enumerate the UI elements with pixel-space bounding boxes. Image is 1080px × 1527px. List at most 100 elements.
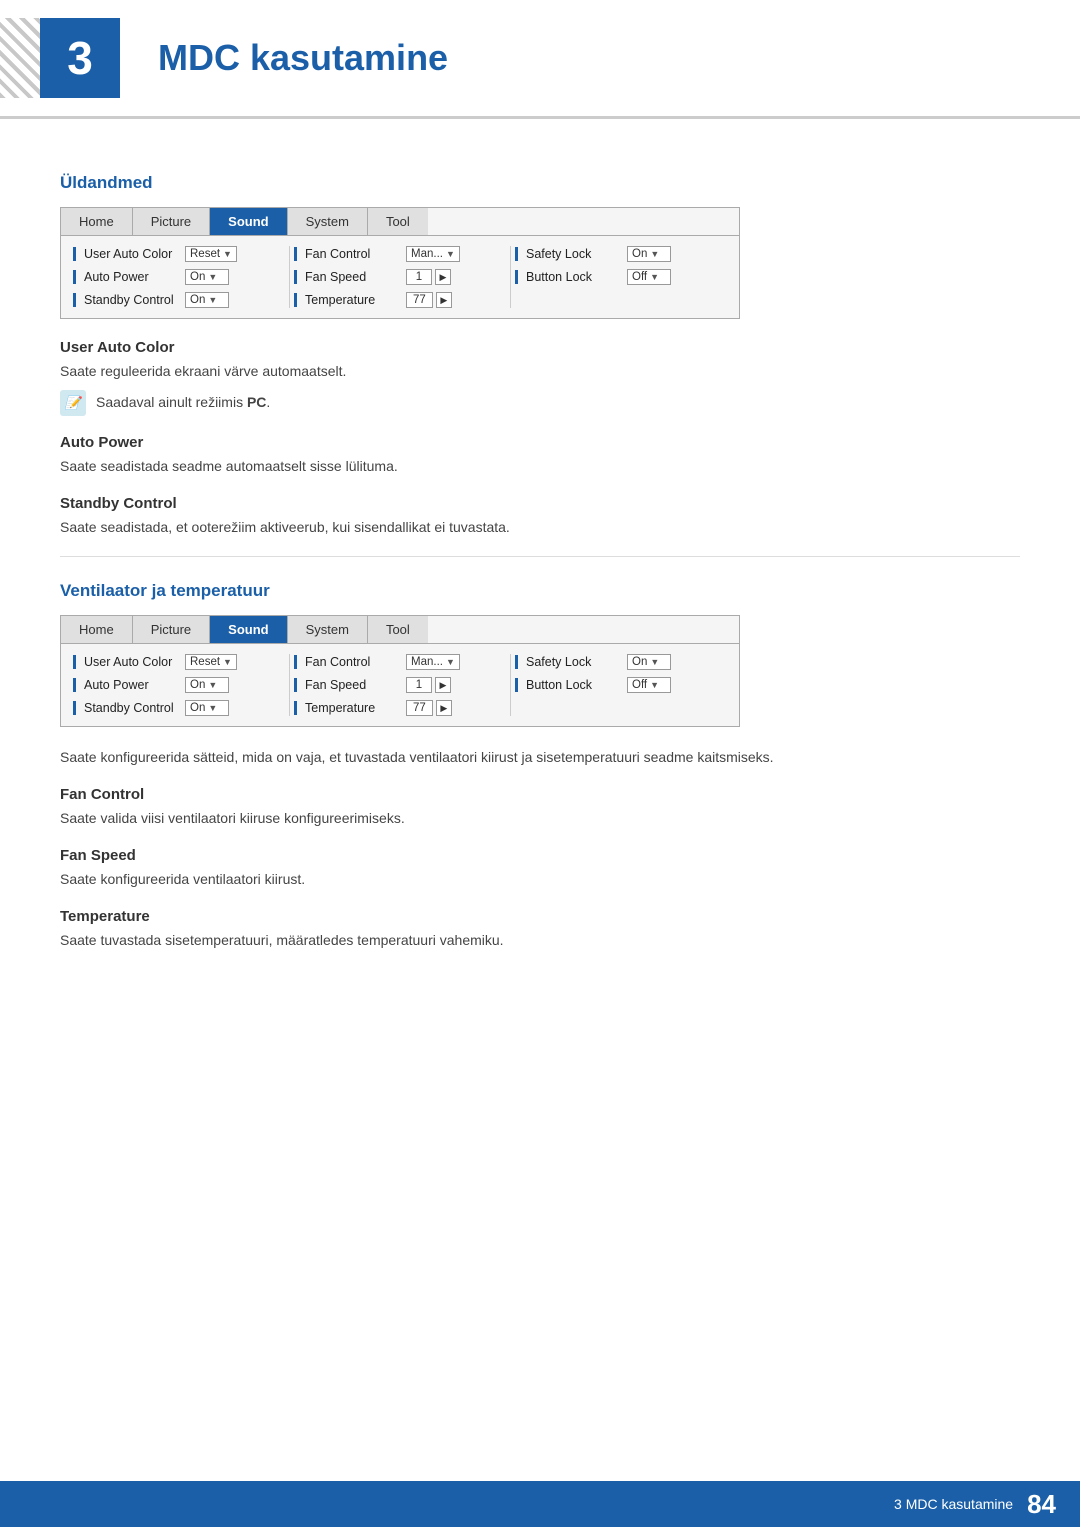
label2-standby-control: Standby Control xyxy=(84,701,179,715)
dropdown-safety-lock[interactable]: On ▼ xyxy=(627,246,671,262)
section-divider xyxy=(60,556,1020,557)
tab-picture-1[interactable]: Picture xyxy=(133,208,210,235)
dropdown2-safety-lock[interactable]: On ▼ xyxy=(627,654,671,670)
dropdown2-standby[interactable]: On ▼ xyxy=(185,700,229,716)
tab-tool-1[interactable]: Tool xyxy=(368,208,428,235)
dropdown2-value-safety-lock: On xyxy=(632,656,647,668)
label-temperature: Temperature xyxy=(305,293,400,307)
item-desc-user-auto-color: Saate reguleerida ekraani värve automaat… xyxy=(60,361,1020,382)
dropdown2-value-standby: On xyxy=(190,702,205,714)
bar-icon-5 xyxy=(294,270,297,284)
tab-sound-1[interactable]: Sound xyxy=(210,208,287,235)
item-desc-standby-control: Saate seadistada, et ooterežiim aktiveer… xyxy=(60,517,1020,538)
control-panel-1: Home Picture Sound System Tool User Auto… xyxy=(60,207,740,319)
dropdown-reset[interactable]: Reset ▼ xyxy=(185,246,237,262)
row2-user-auto-color: User Auto Color Reset ▼ xyxy=(73,654,285,670)
dropdown2-button-lock[interactable]: Off ▼ xyxy=(627,677,671,693)
label-button-lock: Button Lock xyxy=(526,270,621,284)
bar-icon2-8 xyxy=(515,678,518,692)
dropdown2-fan-control[interactable]: Man... ▼ xyxy=(406,654,460,670)
row-user-auto-color: User Auto Color Reset ▼ xyxy=(73,246,285,262)
tab-picture-2[interactable]: Picture xyxy=(133,616,210,643)
bar-icon2-4 xyxy=(294,655,297,669)
temperature-arrow-2[interactable]: ▶ xyxy=(436,700,452,716)
bar-icon-8 xyxy=(515,270,518,284)
fan-speed-control-2: 1 ▶ xyxy=(406,677,451,693)
tab-system-2[interactable]: System xyxy=(288,616,368,643)
control-panel-2: Home Picture Sound System Tool User Auto… xyxy=(60,615,740,727)
dropdown2-value-fan-control: Man... xyxy=(411,656,443,668)
row-safety-lock: Safety Lock On ▼ xyxy=(515,246,727,262)
item-heading-temperature: Temperature xyxy=(60,908,1020,925)
section1-heading: Üldandmed xyxy=(60,173,1020,193)
item-desc-fan-control: Saate valida viisi ventilaatori kiiruse … xyxy=(60,808,1020,829)
panel2-col3: Safety Lock On ▼ Button Lock Off ▼ xyxy=(510,654,731,716)
label-auto-power: Auto Power xyxy=(84,270,179,284)
tab-home-2[interactable]: Home xyxy=(61,616,133,643)
panel2-tabs: Home Picture Sound System Tool xyxy=(61,616,739,644)
bar-icon-4 xyxy=(294,247,297,261)
bar-icon2-2 xyxy=(73,678,76,692)
dropdown-arrow-button-lock: ▼ xyxy=(650,272,659,282)
dropdown2-auto-power[interactable]: On ▼ xyxy=(185,677,229,693)
tab-system-1[interactable]: System xyxy=(288,208,368,235)
item-heading-user-auto-color: User Auto Color xyxy=(60,339,1020,356)
fan-speed-control: 1 ▶ xyxy=(406,269,451,285)
row2-fan-speed: Fan Speed 1 ▶ xyxy=(294,677,506,693)
label2-user-auto-color: User Auto Color xyxy=(84,655,179,669)
row2-fan-control: Fan Control Man... ▼ xyxy=(294,654,506,670)
section2-heading: Ventilaator ja temperatuur xyxy=(60,581,1020,601)
row-auto-power: Auto Power On ▼ xyxy=(73,269,285,285)
dropdown-standby[interactable]: On ▼ xyxy=(185,292,229,308)
dropdown-button-lock[interactable]: Off ▼ xyxy=(627,269,671,285)
temperature-arrow[interactable]: ▶ xyxy=(436,292,452,308)
row2-standby-control: Standby Control On ▼ xyxy=(73,700,285,716)
fan-speed-arrow-2[interactable]: ▶ xyxy=(435,677,451,693)
dropdown-fan-control[interactable]: Man... ▼ xyxy=(406,246,460,262)
dropdown2-value-auto-power: On xyxy=(190,679,205,691)
label-standby-control: Standby Control xyxy=(84,293,179,307)
temperature-value: 77 xyxy=(406,292,433,308)
tab-home-1[interactable]: Home xyxy=(61,208,133,235)
chapter-box: 3 xyxy=(40,18,120,98)
row-standby-control: Standby Control On ▼ xyxy=(73,292,285,308)
bar-icon-3 xyxy=(73,293,76,307)
dropdown-value-safety-lock: On xyxy=(632,248,647,260)
row2-safety-lock: Safety Lock On ▼ xyxy=(515,654,727,670)
dropdown2-arrow-reset: ▼ xyxy=(223,657,232,667)
main-content: Üldandmed Home Picture Sound System Tool… xyxy=(0,129,1080,1019)
dropdown2-reset[interactable]: Reset ▼ xyxy=(185,654,237,670)
page-header: 3 MDC kasutamine xyxy=(0,0,1080,119)
dropdown-auto-power[interactable]: On ▼ xyxy=(185,269,229,285)
dropdown2-value-button-lock: Off xyxy=(632,679,647,691)
item-desc-auto-power: Saate seadistada seadme automaatselt sis… xyxy=(60,456,1020,477)
chapter-number: 3 xyxy=(67,35,93,81)
section2-intro: Saate konfigureerida sätteid, mida on va… xyxy=(60,747,1020,768)
item-heading-auto-power: Auto Power xyxy=(60,434,1020,451)
dropdown2-value-reset: Reset xyxy=(190,656,220,668)
note-icon: 📝 xyxy=(60,390,86,416)
page-title: MDC kasutamine xyxy=(138,37,448,79)
row-button-lock: Button Lock Off ▼ xyxy=(515,269,727,285)
panel1-body: User Auto Color Reset ▼ Auto Power On ▼ xyxy=(61,236,739,318)
item-heading-fan-control: Fan Control xyxy=(60,786,1020,803)
label2-temperature: Temperature xyxy=(305,701,400,715)
tab-sound-2[interactable]: Sound xyxy=(210,616,287,643)
row-fan-control: Fan Control Man... ▼ xyxy=(294,246,506,262)
bar-icon2-7 xyxy=(515,655,518,669)
dropdown-arrow-standby: ▼ xyxy=(208,295,217,305)
bar-icon2-1 xyxy=(73,655,76,669)
tab-tool-2[interactable]: Tool xyxy=(368,616,428,643)
panel1-col1: User Auto Color Reset ▼ Auto Power On ▼ xyxy=(69,246,289,308)
header-stripe-decoration xyxy=(0,18,40,98)
panel1-tabs: Home Picture Sound System Tool xyxy=(61,208,739,236)
fan-speed-value-2: 1 xyxy=(406,677,432,693)
fan-speed-arrow[interactable]: ▶ xyxy=(435,269,451,285)
panel2-body: User Auto Color Reset ▼ Auto Power On ▼ xyxy=(61,644,739,726)
panel1-col3: Safety Lock On ▼ Button Lock Off ▼ xyxy=(510,246,731,308)
fan-speed-value: 1 xyxy=(406,269,432,285)
label2-fan-speed: Fan Speed xyxy=(305,678,400,692)
dropdown-arrow-reset: ▼ xyxy=(223,249,232,259)
label2-fan-control: Fan Control xyxy=(305,655,400,669)
note-box-user-auto-color: 📝 Saadaval ainult režiimis PC. xyxy=(60,390,1020,416)
